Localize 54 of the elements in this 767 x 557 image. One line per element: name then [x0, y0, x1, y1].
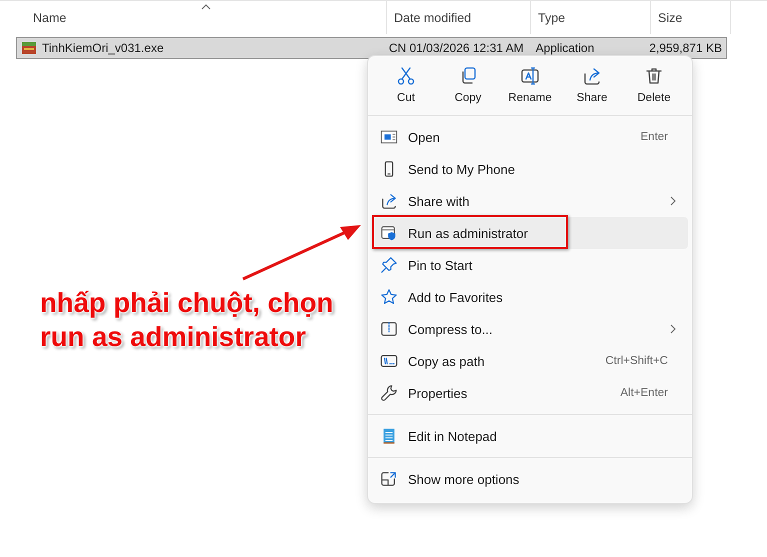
- menu-item-label: Run as administrator: [408, 226, 529, 240]
- menu-item-label: Add to Favorites: [408, 290, 504, 304]
- pin-icon: [380, 256, 398, 274]
- menu-item-label: Share with: [408, 194, 470, 208]
- quick-action-button[interactable]: Rename: [500, 62, 560, 110]
- menu-item[interactable]: Edit in Notepad: [372, 420, 688, 452]
- file-type: Application: [536, 41, 594, 55]
- date-modified: CN 01/03/2026 12:31 AM: [388, 41, 524, 55]
- menu-item-label: Open: [408, 130, 441, 144]
- column-header[interactable]: Name: [0, 1, 387, 34]
- share-icon: [582, 66, 602, 86]
- path-icon: [380, 352, 398, 370]
- menu-item[interactable]: Properties Alt+Enter: [372, 377, 688, 409]
- file-name: TinhKiemOri_v031.exe: [42, 41, 164, 55]
- menu-item-label: Show more options: [408, 472, 520, 486]
- zip-folder-icon: [380, 320, 398, 338]
- rename-icon: [520, 66, 540, 86]
- menu-item[interactable]: Open Enter: [372, 121, 688, 153]
- menu-item[interactable]: Send to My Phone: [372, 153, 688, 185]
- shield-icon: [380, 224, 398, 242]
- column-header[interactable]: Type: [531, 1, 651, 34]
- trash-icon: [644, 66, 664, 86]
- shortcut-text: Alt+Enter: [620, 387, 668, 399]
- menu-item[interactable]: Compress to...: [372, 313, 688, 345]
- shortcut-text: Ctrl+Shift+C: [605, 355, 668, 367]
- file-size: 2,959,871 KB: [649, 41, 722, 55]
- menu-item-label: Compress to...: [408, 322, 494, 336]
- menu-item[interactable]: Share with: [372, 185, 688, 217]
- column-header[interactable]: Date modified: [387, 1, 531, 34]
- application-icon: [21, 40, 37, 56]
- quick-action-button[interactable]: Copy: [438, 62, 498, 110]
- menu-item-label: Pin to Start: [408, 258, 474, 272]
- menu-item-label: Send to My Phone: [408, 162, 516, 176]
- quick-action-button[interactable]: Cut: [376, 62, 436, 110]
- menu-item[interactable]: Pin to Start: [372, 249, 688, 281]
- menu-item[interactable]: Copy as path Ctrl+Shift+C: [372, 345, 688, 377]
- shortcut-text: Enter: [640, 131, 668, 143]
- scissors-icon: [396, 66, 416, 86]
- expand-icon: [380, 470, 398, 488]
- menu-item[interactable]: Show more options: [372, 463, 688, 495]
- share-icon: [380, 192, 398, 210]
- quick-action-button[interactable]: Delete: [624, 62, 684, 110]
- menu-item[interactable]: Run as administrator: [372, 217, 688, 249]
- quick-action-button[interactable]: Share: [562, 62, 622, 110]
- file-row[interactable]: TinhKiemOri_v031.exe CN 01/03/2026 12:31 AM Application 2,959,871 KB: [16, 37, 727, 59]
- menu-item-label: Edit in Notepad: [408, 428, 498, 444]
- column-header[interactable]: Size: [651, 1, 731, 34]
- star-icon: [380, 288, 398, 306]
- wrench-icon: [380, 384, 398, 402]
- menu-item[interactable]: Add to Favorites: [372, 281, 688, 313]
- window-icon: [380, 128, 398, 146]
- menu-item-label: Copy as path: [408, 354, 486, 368]
- annotation-text: nhấp phải chuột, chọn run as administrator: [40, 286, 334, 354]
- menu-item-label: Properties: [408, 386, 468, 400]
